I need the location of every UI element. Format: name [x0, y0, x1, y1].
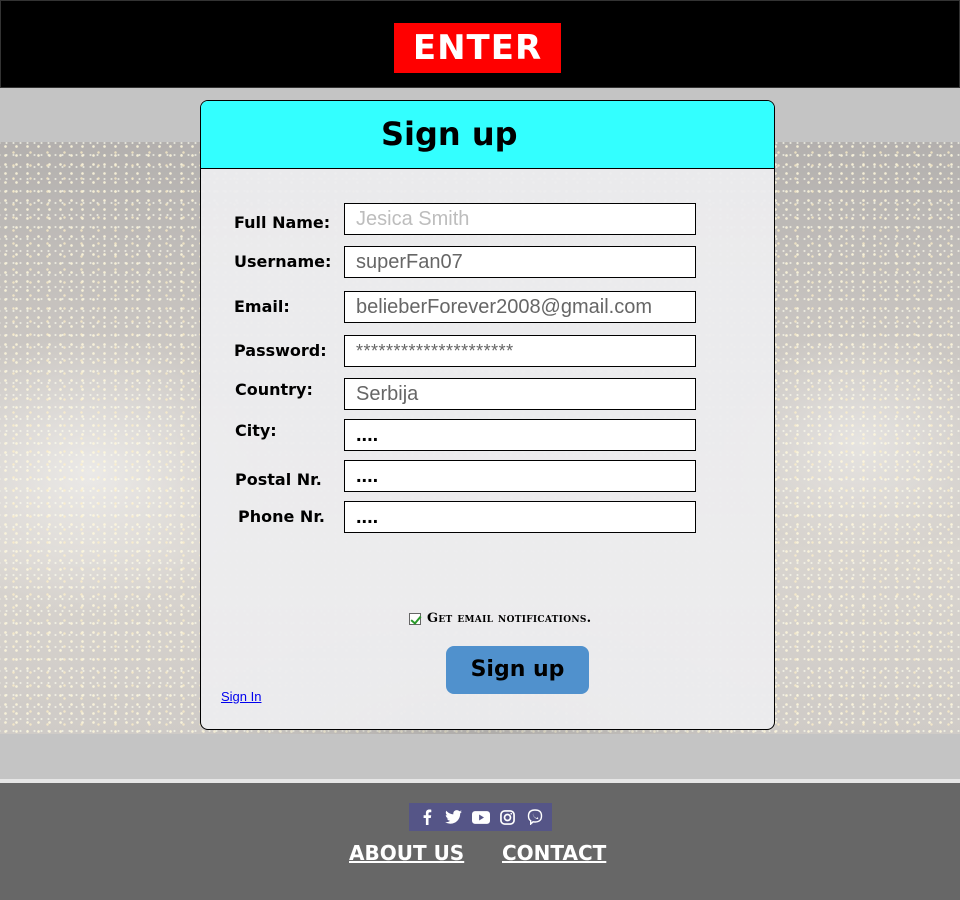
viber-icon[interactable] [524, 806, 546, 828]
contact-link[interactable]: CONTACT [502, 841, 606, 865]
full-name-input[interactable]: Jesica Smith [344, 203, 696, 235]
full-name-label: Full Name: [234, 213, 331, 232]
twitter-icon[interactable] [443, 806, 465, 828]
facebook-icon[interactable] [416, 806, 438, 828]
email-label: Email: [234, 297, 290, 316]
top-header: ENTER [0, 0, 960, 88]
notifications-checkbox[interactable] [409, 612, 421, 625]
password-label: Password: [234, 341, 327, 360]
postal-label: Postal Nr. [235, 470, 322, 489]
enter-button[interactable]: ENTER [394, 23, 561, 73]
youtube-icon[interactable] [470, 806, 492, 828]
city-label: City: [235, 421, 277, 440]
email-notifications-option[interactable]: Get email notifications. [409, 611, 591, 626]
country-label: Country: [235, 380, 313, 399]
country-input[interactable]: Serbija [344, 378, 696, 410]
city-input[interactable]: .... [344, 419, 696, 451]
phone-label: Phone Nr. [238, 507, 325, 526]
phone-input[interactable]: .... [344, 501, 696, 533]
signin-link[interactable]: Sign In [221, 689, 261, 704]
username-label: Username: [234, 252, 332, 271]
signup-card-header: Sign up [201, 101, 774, 169]
instagram-icon[interactable] [497, 806, 519, 828]
about-us-link[interactable]: ABOUT US [349, 841, 464, 865]
password-input[interactable]: ********************* [344, 335, 696, 367]
username-input[interactable]: superFan07 [344, 246, 696, 278]
page-title: Sign up [381, 115, 518, 153]
signup-card: Sign up Full Name: Jesica Smith Username… [200, 100, 775, 730]
signup-button[interactable]: Sign up [446, 646, 589, 694]
social-bar [409, 803, 552, 831]
notifications-label: Get email notifications. [427, 611, 592, 626]
postal-input[interactable]: .... [344, 460, 696, 492]
email-input[interactable]: belieberForever2008@gmail.com [344, 291, 696, 323]
footer: ABOUT US CONTACT [0, 783, 960, 900]
